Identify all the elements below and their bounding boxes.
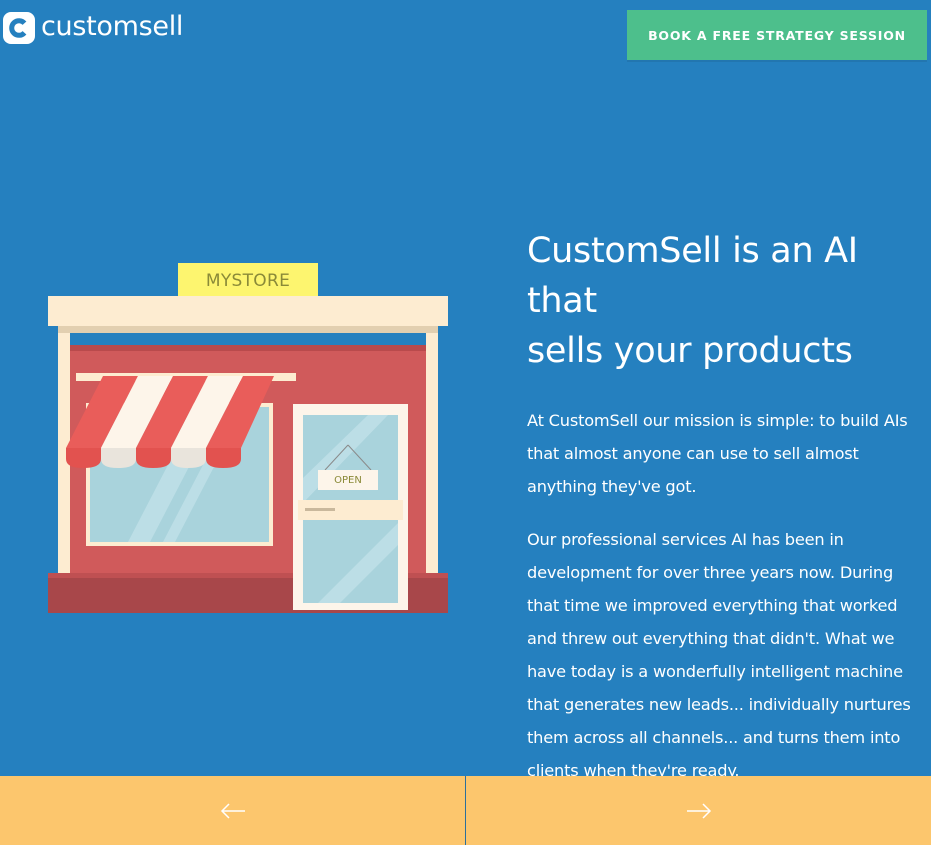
store-roof — [48, 296, 448, 326]
arrow-right-icon — [686, 802, 711, 819]
next-button[interactable] — [466, 776, 931, 845]
slide-navigation — [0, 776, 931, 845]
headline-line: that — [527, 281, 597, 321]
hero-copy: CustomSell is an AI that sells your prod… — [527, 226, 927, 787]
services-paragraph: Our professional services AI has been in… — [527, 530, 911, 780]
book-strategy-session-button[interactable]: BOOK A FREE STRATEGY SESSION — [627, 10, 927, 60]
mission-paragraph: At CustomSell our mission is simple: to … — [527, 411, 908, 496]
store-illustration: MYSTORE OPEN — [48, 263, 448, 613]
logo-link[interactable]: customsell — [3, 12, 183, 44]
arrow-left-icon — [220, 802, 245, 819]
headline-line: CustomSell is an AI — [527, 231, 858, 271]
open-sign-text: OPEN — [334, 475, 362, 486]
store-sign-text: MYSTORE — [205, 271, 291, 291]
store-drawing — [48, 263, 448, 613]
headline-line: sells your products — [527, 331, 853, 371]
previous-button[interactable] — [0, 776, 466, 845]
customsell-logo-icon — [3, 12, 35, 44]
logo-wordmark: customsell — [41, 10, 184, 42]
hero-headline: CustomSell is an AI that sells your prod… — [527, 226, 927, 376]
